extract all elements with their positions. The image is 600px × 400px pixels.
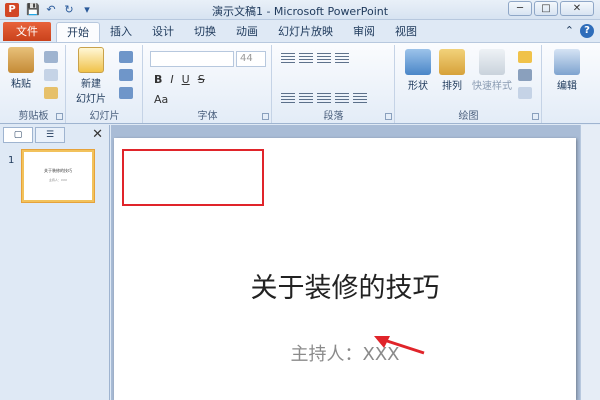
- tab-home[interactable]: 开始: [56, 22, 100, 42]
- slides-pane: ▢ ☰ ✕ 1 关于装修的技巧 主持人：XXX: [0, 125, 110, 400]
- minimize-ribbon-icon[interactable]: ⌃: [565, 24, 574, 38]
- highlight-box: [122, 149, 264, 206]
- shapes-button[interactable]: 形状: [402, 49, 434, 92]
- drawing-group: 形状 排列 快速样式 绘图: [396, 45, 542, 123]
- reset-icon[interactable]: [119, 69, 133, 81]
- decrease-indent-icon[interactable]: [317, 53, 331, 65]
- slide-subtitle[interactable]: 主持人：XXX: [114, 340, 576, 366]
- tab-transitions[interactable]: 切换: [184, 22, 226, 42]
- new-slide-icon: [78, 47, 104, 73]
- slide-thumbnail-1[interactable]: 关于装修的技巧 主持人：XXX: [22, 150, 94, 202]
- new-slide-button[interactable]: 新建 幻灯片: [73, 47, 109, 105]
- close-button[interactable]: ✕: [560, 1, 594, 16]
- tab-insert[interactable]: 插入: [100, 22, 142, 42]
- editing-button[interactable]: 编辑: [549, 49, 585, 92]
- font-group: 44 BIUS Aa 字体: [144, 45, 272, 123]
- cut-icon[interactable]: [44, 51, 58, 63]
- align-center-icon[interactable]: [299, 93, 313, 105]
- tab-review[interactable]: 审阅: [343, 22, 385, 42]
- title-bar: P 💾 ↶ ↻ ▾ 演示文稿1 - Microsoft PowerPoint ─…: [0, 0, 600, 20]
- find-binoculars-icon: [554, 49, 580, 75]
- bold-button[interactable]: B: [154, 73, 162, 86]
- quick-styles-icon: [479, 49, 505, 75]
- paragraph-group-label: 段落: [323, 111, 344, 122]
- format-painter-icon[interactable]: [44, 87, 58, 99]
- thumbnail-subtitle: 主持人：XXX: [48, 178, 68, 182]
- align-right-icon[interactable]: [317, 93, 331, 105]
- alignment-buttons: [281, 93, 367, 105]
- thumbnail-title: 关于装修的技巧: [44, 168, 72, 173]
- quick-styles-button[interactable]: 快速样式: [470, 49, 514, 92]
- slide-title[interactable]: 关于装修的技巧: [114, 266, 576, 305]
- layout-icon[interactable]: [119, 51, 133, 63]
- section-icon[interactable]: [119, 87, 133, 99]
- paste-button[interactable]: 粘贴: [6, 47, 36, 90]
- italic-button[interactable]: I: [170, 73, 173, 86]
- pane-close-icon[interactable]: ✕: [92, 127, 103, 142]
- arrange-button[interactable]: 排列: [436, 49, 468, 92]
- slide-number: 1: [8, 155, 15, 166]
- underline-button[interactable]: U: [182, 73, 190, 86]
- slides-group-label: 幻灯片: [89, 111, 120, 122]
- clipboard-launcher-icon[interactable]: [56, 113, 63, 120]
- font-group-label: 字体: [197, 111, 218, 122]
- font-launcher-icon[interactable]: [262, 113, 269, 120]
- help-icon[interactable]: ?: [580, 24, 594, 38]
- tab-design[interactable]: 设计: [142, 22, 184, 42]
- slides-tab[interactable]: ▢: [3, 127, 33, 143]
- ribbon-tab-row: 文件 开始 插入 设计 切换 动画 幻灯片放映 审阅 视图 ⌃ ?: [0, 20, 600, 42]
- drawing-group-label: 绘图: [458, 111, 479, 122]
- paragraph-launcher-icon[interactable]: [385, 113, 392, 120]
- tab-animations[interactable]: 动画: [226, 22, 268, 42]
- strikethrough-button[interactable]: S: [198, 73, 205, 86]
- align-left-icon[interactable]: [281, 93, 295, 105]
- slides-group: 新建 幻灯片 幻灯片: [67, 45, 143, 123]
- minimize-button[interactable]: ─: [508, 1, 532, 16]
- shape-outline-icon[interactable]: [518, 69, 532, 81]
- font-format-row: BIUS: [154, 73, 213, 86]
- justify-icon[interactable]: [335, 93, 349, 105]
- copy-icon[interactable]: [44, 69, 58, 81]
- font-size-input[interactable]: 44: [236, 51, 266, 67]
- tab-slideshow[interactable]: 幻灯片放映: [268, 22, 343, 42]
- shapes-icon: [405, 49, 431, 75]
- font-size-text-button[interactable]: Aa: [154, 93, 168, 106]
- drawing-launcher-icon[interactable]: [532, 113, 539, 120]
- editing-group: 编辑: [543, 45, 593, 123]
- outline-tab[interactable]: ☰: [35, 127, 65, 143]
- clipboard-group: 粘贴 剪贴板: [2, 45, 66, 123]
- slide-canvas[interactable]: 关于装修的技巧 主持人：XXX: [114, 138, 576, 400]
- ribbon: 粘贴 剪贴板 新建 幻灯片 幻灯片 44 BIUS Aa 字体 段落 形状 排列…: [0, 42, 600, 124]
- shape-fill-icon[interactable]: [518, 51, 532, 63]
- increase-indent-icon[interactable]: [335, 53, 349, 65]
- tab-file[interactable]: 文件: [3, 22, 51, 41]
- slide-workspace: 关于装修的技巧 主持人：XXX: [111, 125, 600, 400]
- shape-effects-icon[interactable]: [518, 87, 532, 99]
- arrange-icon: [439, 49, 465, 75]
- tab-view[interactable]: 视图: [385, 22, 427, 42]
- font-name-input[interactable]: [150, 51, 234, 67]
- numbering-icon[interactable]: [299, 53, 313, 65]
- bullets-icon[interactable]: [281, 53, 295, 65]
- vertical-scrollbar[interactable]: [580, 125, 600, 400]
- paste-icon: [8, 47, 34, 73]
- paragraph-group: 段落: [273, 45, 395, 123]
- distribute-icon[interactable]: [353, 93, 367, 105]
- list-buttons: [281, 53, 349, 65]
- maximize-button[interactable]: □: [534, 1, 558, 16]
